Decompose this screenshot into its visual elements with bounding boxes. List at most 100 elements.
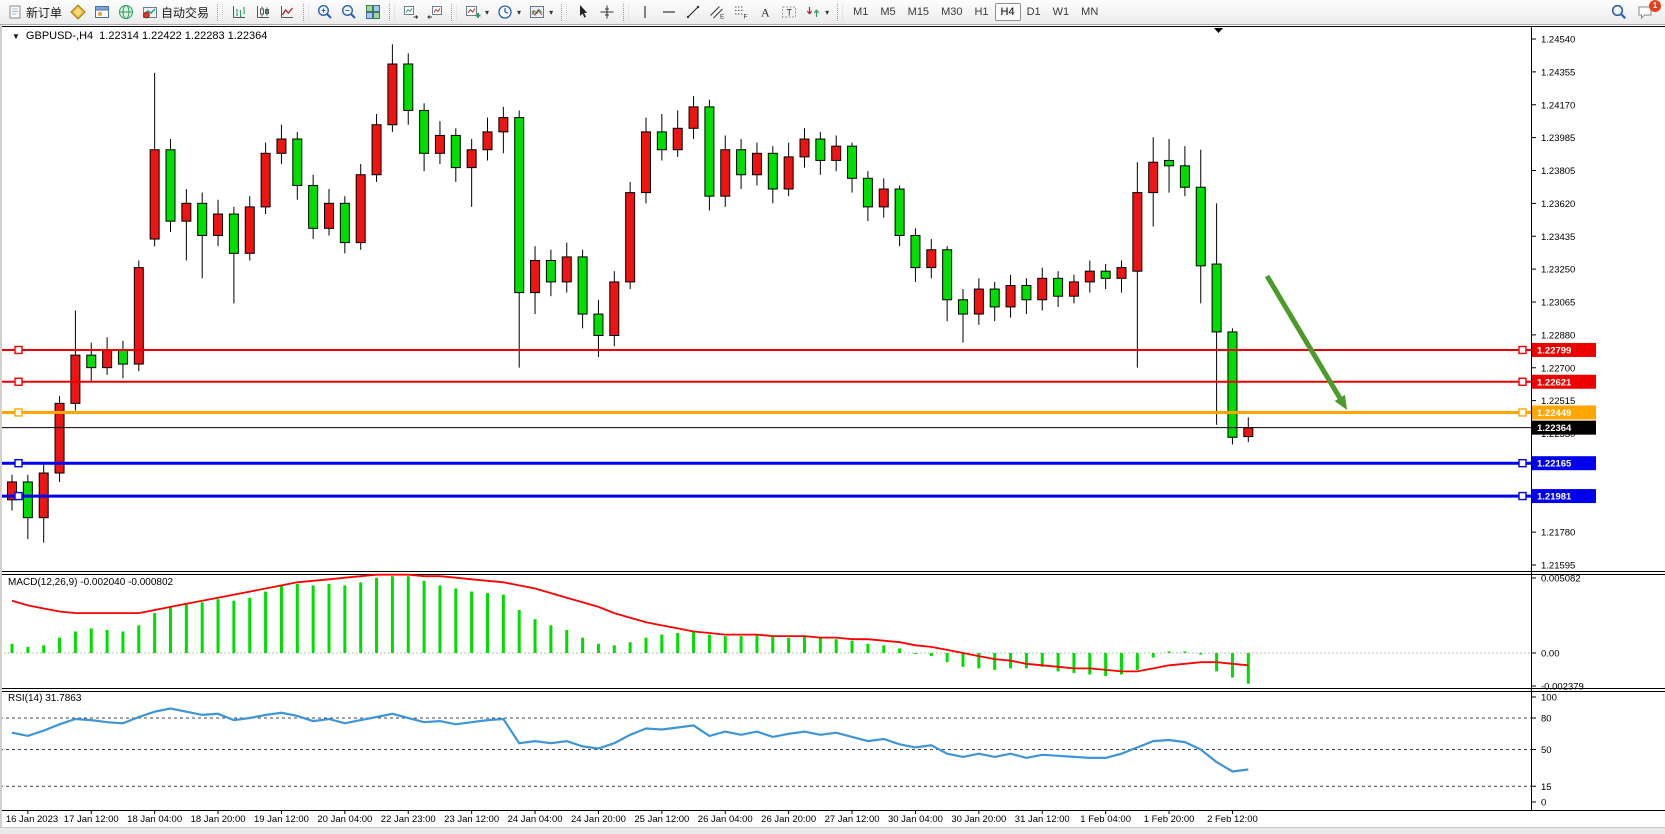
new-order-button[interactable]: 新订单 <box>3 2 66 23</box>
macd-histogram-bar <box>296 584 299 653</box>
line-handle[interactable] <box>1519 378 1526 385</box>
text-label-icon: T <box>781 4 797 20</box>
new-order-icon <box>7 4 23 20</box>
macd-histogram-bar <box>771 636 774 653</box>
candle-body-up <box>974 289 983 314</box>
vertical-line-button[interactable] <box>633 2 657 23</box>
timeframe-button-m15[interactable]: M15 <box>902 3 935 21</box>
line-handle[interactable] <box>15 409 22 416</box>
toolbar-separator <box>303 4 309 21</box>
candle-body-up <box>642 132 651 193</box>
clock-icon <box>497 4 513 20</box>
autotrading-button[interactable]: 自动交易 <box>138 2 213 23</box>
rsi-axis-label: 0 <box>1541 798 1546 809</box>
tile-windows-icon <box>365 4 381 20</box>
navigator-button[interactable] <box>114 2 138 23</box>
timeframe-button-w1[interactable]: W1 <box>1047 3 1076 21</box>
toolbar: 新订单 自动交易 ▾ ▾ ▾ EFAT ▾ M1M5M15M30H1H4D1W1MN 1 <box>0 0 1665 25</box>
price-badge: 1.22621 <box>1532 375 1596 389</box>
zoom-out-button[interactable] <box>337 2 361 23</box>
price-badge: 1.22165 <box>1532 456 1596 470</box>
new-chart-button[interactable]: ▾ <box>461 2 493 23</box>
time-axis-label: 30 Jan 04:00 <box>888 814 943 825</box>
bar-chart-button[interactable] <box>227 2 251 23</box>
price-axis-label: 1.22700 <box>1541 363 1575 374</box>
cursor-icon <box>575 4 591 20</box>
candle-body-up <box>673 128 682 149</box>
timeframe-button-m5[interactable]: M5 <box>874 3 901 21</box>
templates-button[interactable]: ▾ <box>525 2 557 23</box>
dropdown-caret-icon[interactable]: ▾ <box>825 8 829 17</box>
line-handle[interactable] <box>1519 346 1526 353</box>
macd-histogram-bar <box>581 638 584 653</box>
time-axis-label: 26 Jan 20:00 <box>761 814 816 825</box>
fibonacci-button[interactable]: F <box>729 2 753 23</box>
candlestick <box>356 164 365 250</box>
auto-arrange-button[interactable] <box>399 2 423 23</box>
macd-histogram-bar <box>359 582 362 653</box>
text-button[interactable]: A <box>753 2 777 23</box>
candle-body-down <box>705 107 714 196</box>
price-badge: 1.21981 <box>1532 489 1596 503</box>
line-handle[interactable] <box>1519 460 1526 467</box>
crosshair-button[interactable] <box>595 2 619 23</box>
horizontal-line-button[interactable] <box>657 2 681 23</box>
line-handle[interactable] <box>1519 493 1526 500</box>
arrows-button[interactable]: ▾ <box>801 2 833 23</box>
trendline-button[interactable] <box>681 2 705 23</box>
macd-histogram-bar <box>1231 653 1234 678</box>
macd-histogram-bar <box>232 601 235 653</box>
toolbar-separator <box>623 4 629 21</box>
timeframe-button-d1[interactable]: D1 <box>1021 3 1047 21</box>
candle-body-up <box>879 189 888 207</box>
timeframe-button-h4[interactable]: H4 <box>995 3 1021 21</box>
dropdown-caret-icon[interactable]: ▾ <box>549 8 553 17</box>
line-handle[interactable] <box>15 493 22 500</box>
timeframe-button-m1[interactable]: M1 <box>847 3 874 21</box>
tile-windows-button[interactable] <box>361 2 385 23</box>
notifications-button[interactable]: 1 <box>1637 4 1655 20</box>
macd-histogram-bar <box>882 645 885 653</box>
line-handle[interactable] <box>15 460 22 467</box>
candle-body-down <box>87 355 96 368</box>
macd-histogram-bar <box>1168 651 1171 653</box>
svg-text:A: A <box>761 6 770 20</box>
candle-body-up <box>1038 278 1047 299</box>
timeframe-button-m30[interactable]: M30 <box>935 3 968 21</box>
text-label-button[interactable]: T <box>777 2 801 23</box>
equidistant-channel-button[interactable]: E <box>705 2 729 23</box>
cursor-button[interactable] <box>571 2 595 23</box>
search-button[interactable] <box>1607 2 1631 23</box>
line-handle[interactable] <box>15 346 22 353</box>
channel-icon: E <box>709 4 725 20</box>
chart-expander-icon[interactable]: ▼ <box>12 32 20 41</box>
macd-axis-label: 0.00 <box>1541 649 1560 660</box>
line-chart-button[interactable] <box>275 2 299 23</box>
dropdown-caret-icon[interactable]: ▾ <box>485 8 489 17</box>
dropdown-caret-icon[interactable]: ▾ <box>517 8 521 17</box>
vertical-line-icon <box>637 4 653 20</box>
line-handle[interactable] <box>1519 409 1526 416</box>
candle-body-up <box>752 153 761 174</box>
candle-body-down <box>546 260 555 281</box>
timeframe-button-mn[interactable]: MN <box>1075 3 1104 21</box>
macd-histogram-bar <box>787 638 790 653</box>
macd-histogram-bar <box>248 598 251 653</box>
profiles-button[interactable]: ▾ <box>493 2 525 23</box>
toolbar-separator <box>561 4 567 21</box>
macd-histogram-bar <box>692 631 695 653</box>
candle-body-down <box>959 300 968 314</box>
chart-shift-button[interactable] <box>423 2 447 23</box>
market-watch-button[interactable] <box>66 2 90 23</box>
line-handle[interactable] <box>15 378 22 385</box>
timeframe-button-h1[interactable]: H1 <box>968 3 994 21</box>
zoom-in-button[interactable] <box>313 2 337 23</box>
data-window-button[interactable] <box>90 2 114 23</box>
candle-body-down <box>293 139 302 185</box>
price-axis-label: 1.23805 <box>1541 166 1575 177</box>
candlestick-chart-button[interactable] <box>251 2 275 23</box>
macd-axis-label: 0.005082 <box>1541 574 1581 585</box>
macd-histogram-bar <box>470 592 473 653</box>
time-axis-label: 1 Feb 20:00 <box>1144 814 1195 825</box>
horizontal-line-icon <box>661 4 677 20</box>
